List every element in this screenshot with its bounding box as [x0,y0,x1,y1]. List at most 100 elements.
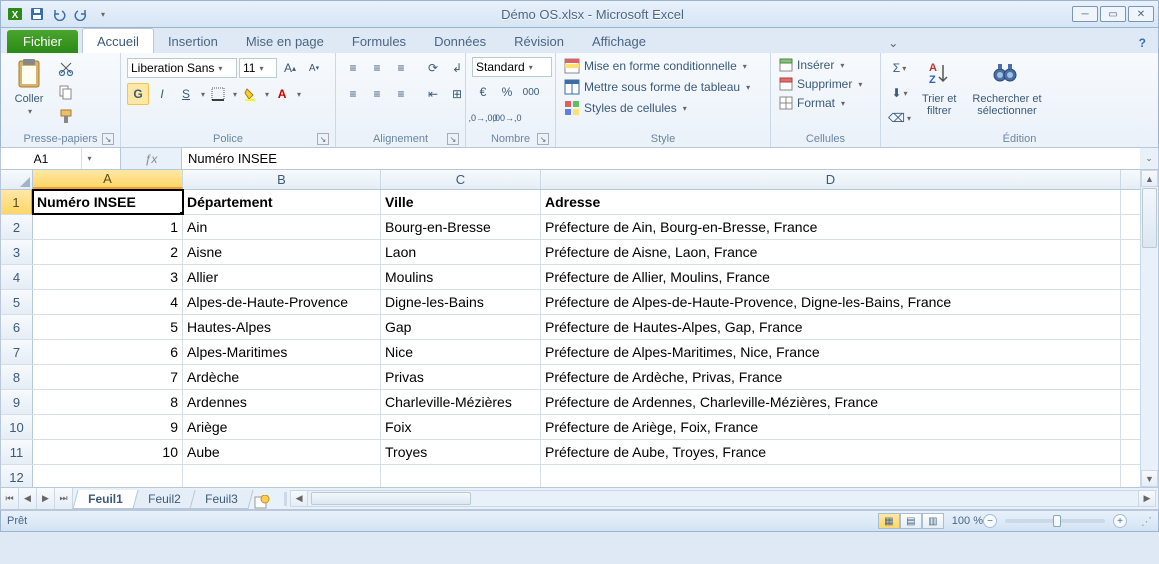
cell[interactable]: Gap [381,315,541,339]
name-box[interactable]: ▾ [1,148,121,169]
underline-button[interactable]: S [175,83,197,105]
zoom-in-button[interactable]: + [1113,514,1127,528]
cell[interactable]: Département [183,190,381,214]
thousands-icon[interactable]: 000 [520,81,542,103]
dialog-launcher-icon[interactable]: ↘ [537,133,549,145]
cell[interactable]: Préfecture de Allier, Moulins, France [541,265,1121,289]
sheet-tab[interactable]: Feuil1 [72,490,138,509]
ribbon-minimize-icon[interactable]: ⌄ [882,33,904,53]
font-name-combo[interactable]: Liberation Sans▾ [127,58,237,78]
cell[interactable]: 6 [33,340,183,364]
align-middle-icon[interactable]: ≡ [366,57,388,79]
cell[interactable]: Privas [381,365,541,389]
tab-donnees[interactable]: Données [420,29,500,53]
row-header[interactable]: 10 [1,415,33,439]
increase-font-icon[interactable]: A▴ [279,57,301,79]
resize-grip-icon[interactable]: ⋰ [1141,515,1152,528]
tab-revision[interactable]: Révision [500,29,578,53]
orientation-icon[interactable]: ⟳ [422,57,444,79]
vertical-scrollbar[interactable]: ▲ ▼ [1140,170,1158,487]
align-top-icon[interactable]: ≡ [342,57,364,79]
row-header[interactable]: 3 [1,240,33,264]
delete-cells-button[interactable]: Supprimer▾ [777,76,864,92]
border-icon[interactable] [207,83,229,105]
row-header[interactable]: 12 [1,465,33,487]
cell[interactable]: Ville [381,190,541,214]
cell[interactable]: Préfecture de Ardèche, Privas, France [541,365,1121,389]
bold-button[interactable]: G [127,83,149,105]
tab-mise-en-page[interactable]: Mise en page [232,29,338,53]
qat-customize-icon[interactable]: ▾ [93,4,113,24]
cell[interactable]: Préfecture de Ariège, Foix, France [541,415,1121,439]
last-sheet-icon[interactable]: ⏭ [55,488,73,509]
cell[interactable]: Alpes-Maritimes [183,340,381,364]
percent-icon[interactable]: % [496,81,518,103]
next-sheet-icon[interactable]: ▶ [37,488,55,509]
cell[interactable]: Bourg-en-Bresse [381,215,541,239]
italic-button[interactable]: I [151,83,173,105]
cell[interactable] [33,465,183,487]
view-page-layout-icon[interactable]: ▤ [900,513,922,529]
align-bottom-icon[interactable]: ≡ [390,57,412,79]
zoom-knob[interactable] [1053,515,1061,527]
fill-color-icon[interactable] [239,83,261,105]
dialog-launcher-icon[interactable]: ↘ [447,133,459,145]
cell-styles-button[interactable]: Styles de cellules▾ [562,99,689,117]
cut-icon[interactable] [55,57,77,79]
undo-icon[interactable] [49,4,69,24]
currency-icon[interactable]: € [472,81,494,103]
tab-formules[interactable]: Formules [338,29,420,53]
conditional-format-button[interactable]: Mise en forme conditionnelle▾ [562,57,749,75]
cell[interactable]: Préfecture de Ardennes, Charleville-Mézi… [541,390,1121,414]
dialog-launcher-icon[interactable]: ↘ [102,133,114,145]
minimize-button[interactable]: ─ [1072,6,1098,22]
cell[interactable]: 8 [33,390,183,414]
name-box-input[interactable] [1,152,81,166]
scroll-thumb[interactable] [1142,188,1157,248]
first-sheet-icon[interactable]: ⏮ [1,488,19,509]
cell[interactable]: Préfecture de Aisne, Laon, France [541,240,1121,264]
scroll-right-icon[interactable]: ▶ [1138,491,1155,506]
scroll-down-icon[interactable]: ▼ [1141,470,1158,487]
select-all-corner[interactable] [1,170,33,190]
dialog-launcher-icon[interactable]: ↘ [317,133,329,145]
close-button[interactable]: ✕ [1128,6,1154,22]
cell[interactable]: Charleville-Mézières [381,390,541,414]
sort-filter-button[interactable]: AZ Trier et filtrer [916,57,962,119]
wrap-text-icon[interactable]: ↲ [446,57,468,79]
cell[interactable]: 5 [33,315,183,339]
format-table-button[interactable]: Mettre sous forme de tableau▾ [562,78,752,96]
cell[interactable]: 9 [33,415,183,439]
cell[interactable]: Alpes-de-Haute-Provence [183,290,381,314]
cell[interactable] [381,465,541,487]
decrease-indent-icon[interactable]: ⇤ [422,83,444,105]
fill-icon[interactable]: ⬇ ▾ [887,82,912,104]
cell[interactable]: Préfecture de Aube, Troyes, France [541,440,1121,464]
row-header[interactable]: 8 [1,365,33,389]
cell[interactable]: Aisne [183,240,381,264]
prev-sheet-icon[interactable]: ◀ [19,488,37,509]
horizontal-scrollbar[interactable]: ◀ ▶ [290,490,1156,507]
cell[interactable]: Allier [183,265,381,289]
view-normal-icon[interactable]: ▦ [878,513,900,529]
scroll-thumb[interactable] [311,492,471,505]
sheet-tab[interactable]: Feuil2 [132,490,196,509]
cell[interactable]: Numéro INSEE [33,190,183,214]
cell[interactable]: Digne-les-Bains [381,290,541,314]
cell[interactable]: Ariège [183,415,381,439]
number-format-combo[interactable]: Standard▾ [472,57,552,77]
help-icon[interactable]: ? [1133,33,1152,53]
copy-icon[interactable] [55,81,77,103]
cell[interactable]: 7 [33,365,183,389]
cell[interactable] [183,465,381,487]
cell[interactable]: 10 [33,440,183,464]
row-header[interactable]: 7 [1,340,33,364]
clear-icon[interactable]: ⌫ ▾ [887,107,912,129]
zoom-level[interactable]: 100 % [952,515,983,527]
column-header-B[interactable]: B [183,170,381,189]
cell[interactable]: Adresse [541,190,1121,214]
insert-cells-button[interactable]: Insérer▾ [777,57,846,73]
maximize-button[interactable]: ▭ [1100,6,1126,22]
decrease-font-icon[interactable]: A▾ [303,57,325,79]
format-painter-icon[interactable] [55,105,77,127]
